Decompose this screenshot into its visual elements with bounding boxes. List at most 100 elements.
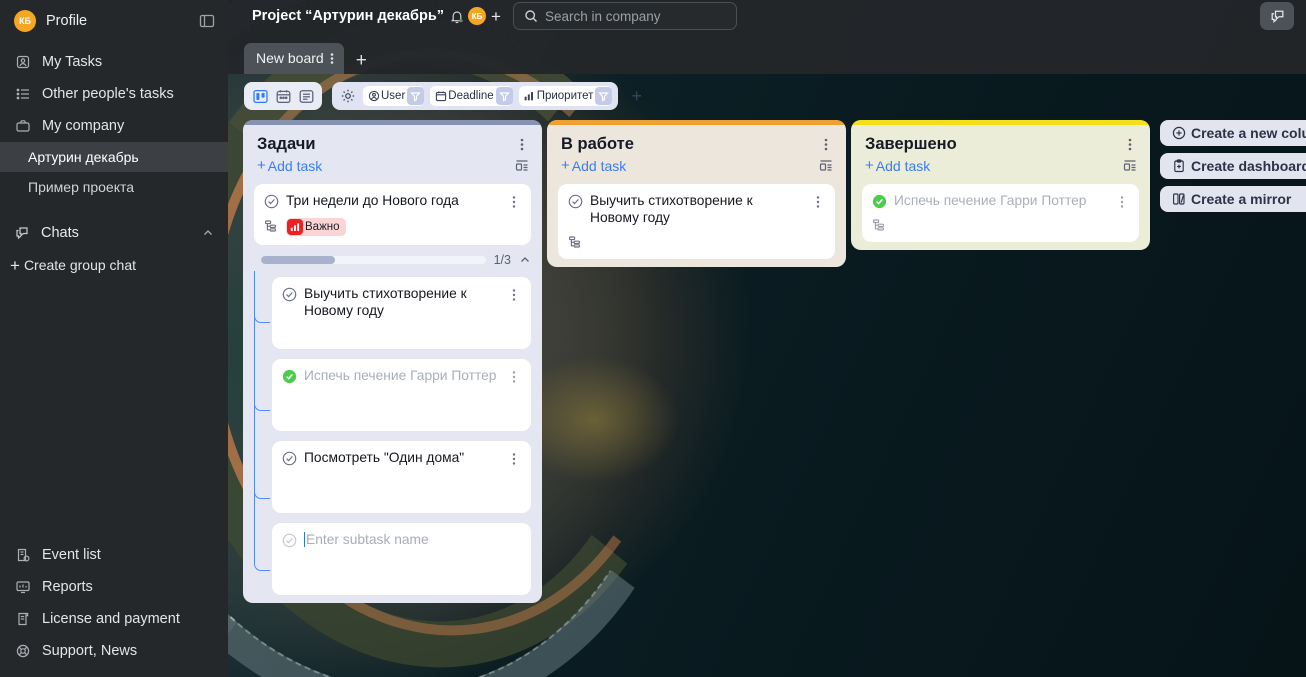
create-new-column-button[interactable]: Create a new column [1160,120,1306,146]
column-kebab-icon[interactable] [1122,137,1138,152]
sidebar-project-example[interactable]: Пример проекта [0,172,228,202]
create-mirror-button[interactable]: Create a mirror [1160,186,1306,212]
funnel-icon[interactable] [595,87,612,105]
sidebar-item-my-company[interactable]: My company [0,110,228,142]
add-filter-icon[interactable]: + [628,87,645,105]
sidebar-item-support-news[interactable]: Support, News [0,635,228,667]
task-checkbox-icon[interactable] [282,451,297,466]
subtask-kebab-icon[interactable] [507,450,521,466]
chat-icon[interactable] [1260,2,1294,30]
status-badge[interactable]: Важно [286,218,346,236]
task-checkbox-done-icon[interactable] [872,194,887,209]
column-kebab-icon[interactable] [514,137,530,152]
task-kebab-icon[interactable] [1115,193,1129,209]
filter-chip-label: Приоритет [537,90,594,102]
task-checkbox-icon[interactable] [282,287,297,302]
add-task-button[interactable]: + Add task [257,157,514,174]
task-card-title-row: Три недели до Нового года [264,193,521,210]
subtask-title: Выучить стихотворение к Новому году [304,286,500,320]
subtask-card[interactable]: Выучить стихотворение к Новому году [272,277,531,349]
top-bar-right [1260,2,1294,30]
new-subtask-input[interactable]: Enter subtask name [304,532,429,547]
task-kebab-icon[interactable] [811,193,825,209]
sidebar-item-license-and-payment[interactable]: License and payment [0,603,228,635]
plus-icon: + [257,157,266,174]
subtask-connector-elbow [254,309,270,323]
reports-icon [14,579,31,596]
task-card[interactable]: Три недели до Нового года [254,184,531,245]
board-side-actions: Create a new column Create dashboard [1160,120,1306,212]
progress-count: 1/3 [494,253,511,267]
filter-chip-priority[interactable]: Приоритет [519,86,613,106]
sidebar-item-event-list[interactable]: Event list [0,539,228,571]
filter-chip-user[interactable]: User [363,86,424,106]
task-card[interactable]: Испечь печение Гарри Поттер [862,184,1139,242]
create-group-chat-button[interactable]: + Create group chat [0,250,228,280]
funnel-icon[interactable] [407,87,424,105]
calendar-icon[interactable] [273,86,293,106]
tab-label: New board [256,50,324,66]
subtask-kebab-icon[interactable] [507,368,521,384]
column-kebab-icon[interactable] [818,137,834,152]
priority-label: Важно [305,221,340,233]
column-zadachi: Задачи + Add task [243,120,542,603]
event-list-icon [14,547,31,564]
dashboard-icon [1171,159,1186,174]
tab-new-board[interactable]: New board [244,43,344,74]
view-toggle-group [244,82,322,110]
new-subtask-card[interactable]: Enter subtask name [272,523,531,595]
create-new-column-label: Create a new column [1191,125,1306,141]
add-task-label: Add task [268,158,322,174]
column-subheader-row: + Add task [865,157,1138,174]
sidebar-item-my-tasks[interactable]: My Tasks [0,46,228,78]
filter-chip-deadline[interactable]: Deadline [430,86,512,106]
sidebar-item-reports[interactable]: Reports [0,571,228,603]
gear-icon[interactable] [338,87,357,106]
subtask-kebab-icon[interactable] [507,286,521,302]
sidebar-item-label: Other people's tasks [42,86,174,102]
chevron-up-icon[interactable] [202,227,214,239]
avatar[interactable]: КБ [468,7,486,25]
funnel-icon[interactable] [496,87,513,105]
add-board-icon[interactable]: + [350,51,373,74]
profile-row[interactable]: КБ Profile [0,0,228,42]
priority-icon [287,219,303,235]
sidebar-chats-label: Chats [41,225,79,241]
subtask-card[interactable]: Испечь печение Гарри Поттер [272,359,531,431]
subtask-card[interactable]: Посмотреть "Один дома" [272,441,531,513]
app-root: КБ Profile My Tasks [0,0,1306,677]
search-icon [524,9,538,23]
kanban-icon[interactable] [250,86,270,106]
new-subtask-placeholder: Enter subtask name [306,532,429,547]
create-mirror-label: Create a mirror [1191,191,1291,207]
column-layout-icon[interactable] [818,158,834,174]
task-title: Выучить стихотворение к Новому году [590,193,804,227]
subtask-connector-elbow [254,397,270,411]
license-icon [14,611,31,628]
panel-collapse-icon[interactable] [198,12,216,30]
task-checkbox-done-icon[interactable] [282,369,297,384]
add-task-button[interactable]: + Add task [865,157,1122,174]
bell-icon[interactable] [450,9,464,24]
add-member-icon[interactable]: + [491,8,501,25]
column-layout-icon[interactable] [1122,158,1138,174]
create-dashboard-button[interactable]: Create dashboard [1160,153,1306,179]
subtask-title-row: Посмотреть "Один дома" [282,450,521,467]
my-tasks-icon [14,54,31,71]
sidebar-item-other-peoples-tasks[interactable]: Other people's tasks [0,78,228,110]
task-kebab-icon[interactable] [507,193,521,209]
sidebar-chats-header[interactable]: Chats [0,216,228,250]
column-layout-icon[interactable] [514,158,530,174]
add-task-button[interactable]: + Add task [561,157,818,174]
tab-kebab-icon[interactable] [330,51,334,66]
chevron-up-icon[interactable] [519,254,531,266]
subtask-tree-icon [872,218,887,233]
task-checkbox-icon[interactable] [264,194,279,209]
list-view-icon[interactable] [296,86,316,106]
task-checkbox-icon[interactable] [568,194,583,209]
sidebar-project-arturin[interactable]: Артурин декабрь [0,142,228,172]
sidebar-item-label: Reports [42,579,93,595]
task-card[interactable]: Выучить стихотворение к Новому году [558,184,835,259]
column-header: Завершено + Add task [851,125,1150,174]
search-input[interactable]: Search in company [513,2,737,30]
